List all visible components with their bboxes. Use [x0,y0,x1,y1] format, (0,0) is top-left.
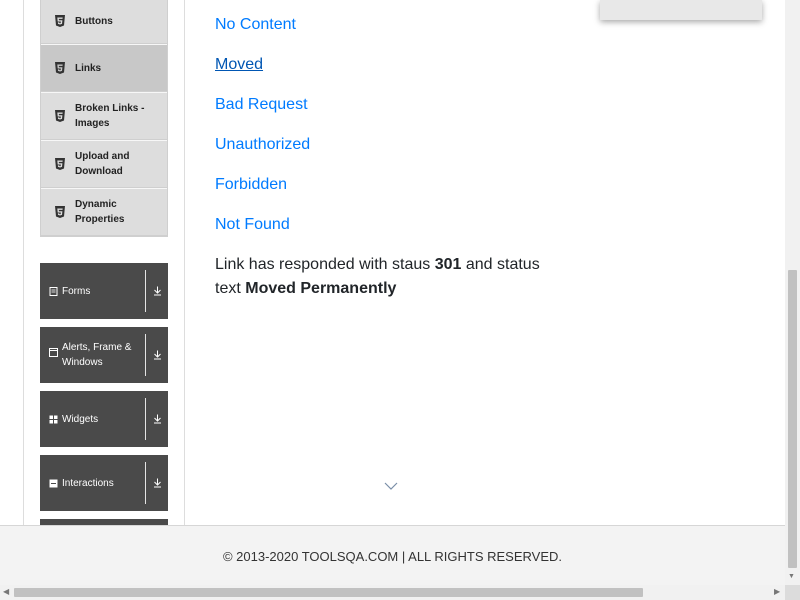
sidebar-group-label: Alerts, Frame & Windows [62,342,132,368]
horizontal-scrollbar-thumb[interactable] [14,588,643,597]
sidebar-item-buttons[interactable]: Buttons [41,0,167,44]
widgets-icon [49,415,58,424]
vertical-scrollbar-thumb[interactable] [788,270,797,568]
expand-icon[interactable] [150,414,164,424]
scroll-down-arrow-icon[interactable]: ▼ [788,573,795,580]
sidebar-item-upload-download[interactable]: Upload and Download [41,140,167,188]
html5-icon [54,15,66,27]
link-response-message: Link has responded with staus 301 and st… [215,253,560,301]
sidebar-item-broken-links[interactable]: Broken Links - Images [41,92,167,140]
group-separator [145,270,146,312]
link-bad-request[interactable]: Bad Request [215,96,308,114]
form-icon [49,286,58,296]
scrollbar-corner [785,585,800,600]
link-unauthorized[interactable]: Unauthorized [215,136,310,154]
sidebar-item-dynamic-properties[interactable]: Dynamic Properties [41,188,167,236]
sidebar-group-forms[interactable]: Forms [40,263,168,319]
sidebar-group-label: Interactions [62,477,114,489]
sidebar-divider [184,0,185,525]
ad-banner[interactable] [600,0,762,20]
scroll-left-arrow-icon[interactable]: ◀ [3,587,9,596]
sidebar-group-widgets[interactable]: Widgets [40,391,168,447]
vertical-scrollbar[interactable]: ▼ [785,0,800,585]
group-separator [145,334,146,376]
sidebar-item-links[interactable]: Links [41,44,167,92]
sidebar-group-label: Widgets [62,413,99,425]
expand-icon[interactable] [150,478,164,488]
scroll-right-arrow-icon[interactable]: ▶ [774,587,780,596]
group-separator [145,462,146,504]
interactions-icon [49,479,58,488]
link-forbidden[interactable]: Forbidden [215,176,287,194]
sidebar-group-label: Forms [62,285,91,297]
response-prefix: Link has responded with staus [215,256,431,273]
response-status-code: 301 [434,256,462,273]
expand-icon[interactable] [150,286,164,296]
horizontal-scrollbar[interactable]: ◀ ▶ [0,585,785,600]
footer: © 2013-2020 TOOLSQA.COM | ALL RIGHTS RES… [0,525,785,586]
html5-icon [54,62,66,74]
group-separator [145,398,146,440]
response-status-text: Moved Permanently [245,280,397,297]
sidebar-group-alerts[interactable]: Alerts, Frame & Windows [40,327,168,383]
chevron-down-icon [384,478,398,496]
expand-icon[interactable] [150,350,164,360]
sidebar-item-label: Links [75,62,102,74]
left-sidebar: Buttons Links Broken Links - Images Uplo… [24,0,184,525]
sidebar-item-label: Upload and Download [75,151,130,177]
link-not-found[interactable]: Not Found [215,216,290,234]
html5-icon [54,158,66,170]
window-icon [49,348,58,357]
sidebar-item-label: Broken Links - Images [75,103,145,129]
link-moved[interactable]: Moved [215,56,263,74]
sidebar-item-label: Dynamic Properties [75,199,125,225]
html5-icon [54,206,66,218]
link-no-content[interactable]: No Content [215,16,296,34]
html5-icon [54,110,66,122]
sidebar-group-interactions[interactable]: Interactions [40,455,168,511]
sidebar-item-label: Buttons [75,15,113,27]
footer-copyright: © 2013-2020 TOOLSQA.COM | ALL RIGHTS RES… [222,549,563,564]
elements-submenu: Buttons Links Broken Links - Images Uplo… [40,0,168,237]
